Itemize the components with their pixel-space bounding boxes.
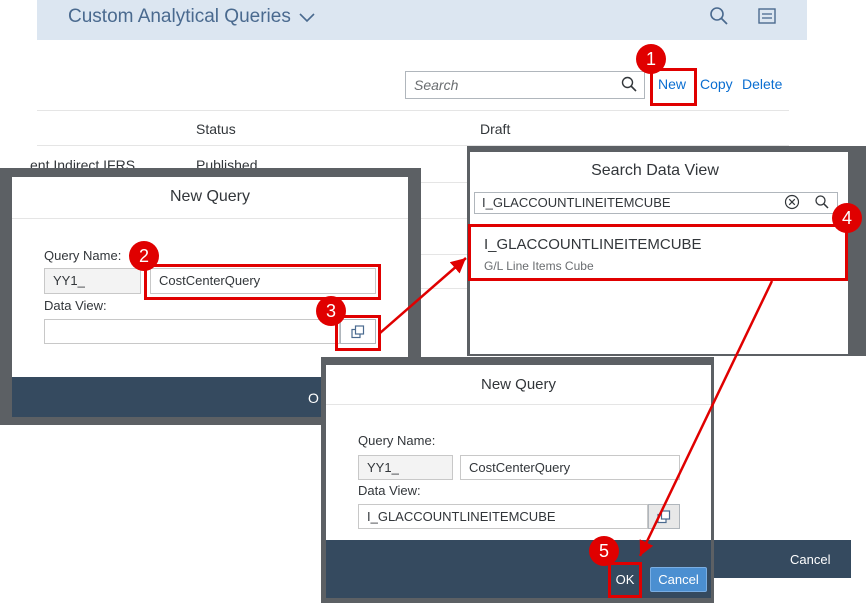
callout-badge: 5: [589, 536, 619, 566]
callout-badge: 1: [636, 44, 666, 74]
callout-badge: 3: [316, 296, 346, 326]
callout-badge: 2: [129, 241, 159, 271]
callout-badge: 4: [832, 203, 862, 233]
callout-arrows: [379, 257, 774, 557]
